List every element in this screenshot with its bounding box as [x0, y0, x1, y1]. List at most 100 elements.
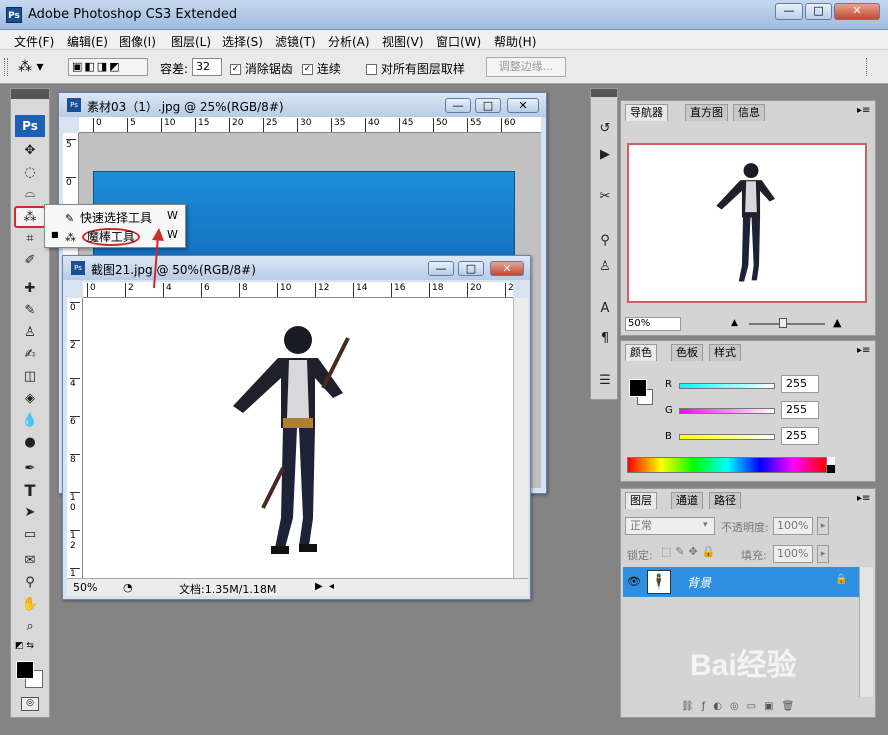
doc2-canvas[interactable] — [83, 298, 513, 578]
lock-options-icons[interactable]: ⬚✎✥🔒 — [661, 545, 720, 558]
clone-stamp-icon[interactable]: ♙ — [19, 323, 41, 343]
menu-select[interactable]: 选择(S) — [222, 33, 263, 50]
doc1-close-button[interactable]: ✕ — [507, 98, 539, 113]
tab-paths[interactable]: 路径 — [709, 492, 741, 509]
zoom-tool-icon[interactable]: ⌕ — [19, 617, 41, 637]
blend-mode-dropdown-icon[interactable]: ▾ — [703, 520, 708, 530]
tab-swatches[interactable]: 色板 — [671, 344, 703, 361]
channel-r-input[interactable]: 255 — [781, 375, 819, 393]
refine-edge-button[interactable]: 调整边缘... — [486, 57, 566, 77]
zoom-slider-thumb[interactable] — [779, 318, 787, 328]
paragraph-panel-icon[interactable]: ¶ — [594, 329, 616, 349]
tab-histogram[interactable]: 直方图 — [685, 104, 728, 121]
status-menu-icon[interactable]: ◔ — [123, 581, 133, 594]
fill-input[interactable]: 100% — [773, 545, 813, 563]
dodge-tool-icon[interactable]: ● — [19, 433, 41, 453]
bw-ramp[interactable] — [827, 457, 835, 473]
layers-scrollbar[interactable] — [859, 567, 873, 697]
tab-color[interactable]: 颜色 — [625, 344, 657, 361]
tool-presets-icon[interactable]: ✂ — [594, 187, 616, 207]
layer-name[interactable]: 背景 — [687, 574, 711, 591]
eyedropper-tool-icon[interactable]: ⚲ — [19, 573, 41, 593]
lasso-tool-icon[interactable]: ⌓ — [19, 184, 41, 204]
slice-tool-icon[interactable]: ✐ — [19, 251, 41, 271]
maximize-button[interactable]: □ — [805, 3, 832, 20]
doc2-minimize-button[interactable]: — — [428, 261, 454, 276]
layer-comps-icon[interactable]: ☰ — [594, 371, 616, 391]
channel-g-slider[interactable] — [679, 408, 775, 414]
visibility-eye-icon[interactable]: 👁 — [627, 575, 641, 588]
type-tool-icon[interactable]: T — [19, 481, 41, 501]
zoom-out-icon[interactable]: ▲ — [731, 318, 738, 328]
default-colors-icon[interactable]: ◩ ⇆ — [15, 641, 34, 651]
marquee-tool-icon[interactable]: ◌ — [19, 163, 41, 183]
selection-mode-icons[interactable]: ▣◧◨◩ — [68, 58, 148, 76]
magic-wand-preset-icon[interactable]: ⁂ ▾ — [18, 57, 58, 77]
menu-filter[interactable]: 滤镜(T) — [275, 33, 316, 50]
anti-alias-checkbox[interactable]: ✓ 消除锯齿 — [230, 60, 293, 77]
doc2-zoom-level[interactable]: 50% — [73, 581, 97, 594]
fill-arrow-icon[interactable]: ▸ — [817, 545, 829, 563]
opacity-arrow-icon[interactable]: ▸ — [817, 517, 829, 535]
brush-tool-icon[interactable]: ✎ — [19, 301, 41, 321]
history-panel-icon[interactable]: ↺ — [594, 119, 616, 139]
magic-wand-tool-icon[interactable]: ⁂ — [14, 206, 46, 228]
channel-g-input[interactable]: 255 — [781, 401, 819, 419]
menu-edit[interactable]: 编辑(E) — [67, 33, 108, 50]
layer-row-background[interactable]: 👁 🕴 背景 🔒 — [623, 567, 859, 597]
doc2-vertical-scrollbar[interactable] — [513, 298, 528, 578]
healing-brush-icon[interactable]: ✚ — [19, 279, 41, 299]
status-expand-icon[interactable]: ▶ — [315, 581, 323, 592]
scroll-left-icon[interactable]: ◂ — [329, 581, 334, 592]
tab-navigator[interactable]: 导航器 — [625, 104, 668, 121]
crop-tool-icon[interactable]: ⌗ — [19, 229, 41, 249]
color-spectrum-bar[interactable] — [627, 457, 827, 473]
menu-image[interactable]: 图像(I) — [119, 33, 156, 50]
menu-file[interactable]: 文件(F) — [14, 33, 54, 50]
paint-bucket-icon[interactable]: ◈ — [19, 389, 41, 409]
blur-tool-icon[interactable]: 💧 — [19, 411, 41, 431]
navigator-zoom-input[interactable]: 50% — [625, 317, 681, 331]
channel-r-slider[interactable] — [679, 383, 775, 389]
doc1-titlebar[interactable]: Ps 素材03（1）.jpg @ 25%(RGB/8#) — □ ✕ — [59, 93, 546, 117]
ps-logo[interactable]: Ps — [15, 115, 45, 137]
channel-b-input[interactable]: 255 — [781, 427, 819, 445]
tab-info[interactable]: 信息 — [733, 104, 765, 121]
panel-menu-icon[interactable]: ▸≡ — [857, 105, 870, 116]
move-tool-icon[interactable]: ✥ — [19, 141, 41, 161]
pen-tool-icon[interactable]: ✒ — [19, 459, 41, 479]
doc2-titlebar[interactable]: Ps 截图21.jpg @ 50%(RGB/8#) — □ ✕ — [63, 256, 530, 280]
history-brush-icon[interactable]: ✍ — [19, 345, 41, 365]
blend-mode-select[interactable]: 正常 — [625, 517, 715, 535]
quick-selection-menu-item[interactable]: ✎ 快速选择工具 W — [65, 209, 183, 226]
sample-all-checkbox[interactable]: 对所有图层取样 — [366, 60, 465, 77]
foreground-color-swatch[interactable] — [16, 661, 34, 679]
character-panel-icon[interactable]: A — [594, 299, 616, 319]
doc2-maximize-button[interactable]: □ — [458, 261, 484, 276]
menu-window[interactable]: 窗口(W) — [436, 33, 481, 50]
notes-tool-icon[interactable]: ✉ — [19, 551, 41, 571]
menu-help[interactable]: 帮助(H) — [494, 33, 536, 50]
tab-layers[interactable]: 图层 — [625, 492, 657, 509]
opacity-input[interactable]: 100% — [773, 517, 813, 535]
toolbox-header[interactable] — [11, 89, 49, 99]
navigator-preview[interactable] — [627, 143, 867, 303]
menu-view[interactable]: 视图(V) — [382, 33, 424, 50]
menu-layer[interactable]: 图层(L) — [171, 33, 211, 50]
zoom-slider[interactable] — [749, 323, 825, 325]
channel-b-slider[interactable] — [679, 434, 775, 440]
path-selection-icon[interactable]: ➤ — [19, 503, 41, 523]
close-button[interactable]: ✕ — [834, 3, 880, 20]
minimize-button[interactable]: — — [775, 3, 803, 20]
eraser-tool-icon[interactable]: ◫ — [19, 367, 41, 387]
actions-panel-icon[interactable]: ▶ — [594, 145, 616, 165]
zoom-in-icon[interactable]: ▲ — [833, 316, 841, 329]
dock-header[interactable] — [591, 89, 617, 97]
menu-analysis[interactable]: 分析(A) — [328, 33, 370, 50]
layers-footer-icons[interactable]: ⛓ƒ◐◎▭▣🗑 — [681, 701, 802, 712]
panel-menu-icon[interactable]: ▸≡ — [857, 493, 870, 504]
doc1-maximize-button[interactable]: □ — [475, 98, 501, 113]
color-fg-swatch[interactable] — [629, 379, 647, 397]
doc2-close-button[interactable]: ✕ — [490, 261, 524, 276]
shape-tool-icon[interactable]: ▭ — [19, 525, 41, 545]
